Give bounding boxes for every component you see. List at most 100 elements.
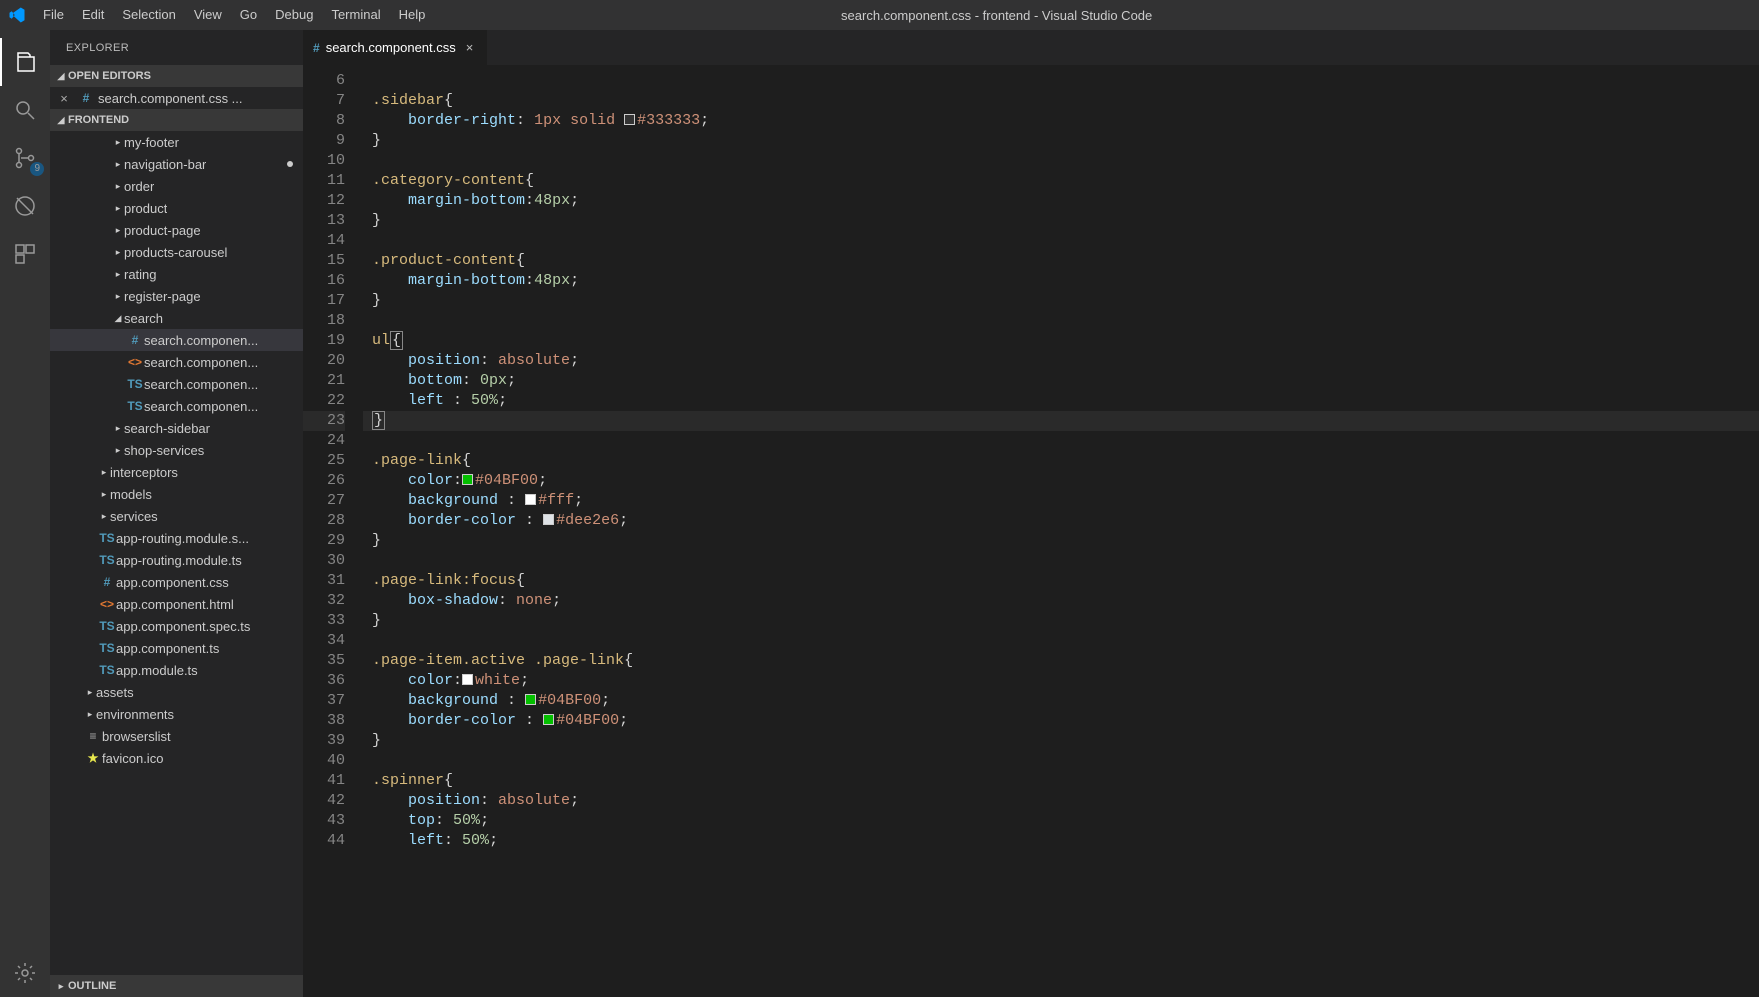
- tree-file[interactable]: TSsearch.componen...: [50, 395, 303, 417]
- tree-file[interactable]: TSapp.module.ts: [50, 659, 303, 681]
- tree-label: search.componen...: [144, 377, 258, 392]
- close-icon[interactable]: ×: [462, 40, 478, 55]
- css-file-icon: #: [313, 41, 320, 55]
- vscode-logo-icon: [0, 6, 34, 24]
- tree-file[interactable]: TSsearch.componen...: [50, 373, 303, 395]
- tree-file[interactable]: ≡browserslist: [50, 725, 303, 747]
- open-editor-item[interactable]: ×# search.component.css ...: [50, 87, 303, 109]
- tree-folder[interactable]: ◢search: [50, 307, 303, 329]
- file-icon: <>: [126, 355, 144, 369]
- tree-file[interactable]: <>search.componen...: [50, 351, 303, 373]
- tree-label: assets: [96, 685, 134, 700]
- tree-label: shop-services: [124, 443, 204, 458]
- extensions-icon[interactable]: [0, 230, 50, 278]
- tree-folder[interactable]: ▸shop-services: [50, 439, 303, 461]
- file-icon: ★: [84, 751, 102, 765]
- code-content[interactable]: .sidebar{ border-right: 1px solid #33333…: [363, 65, 1759, 997]
- tree-file[interactable]: #search.componen...: [50, 329, 303, 351]
- tree-folder[interactable]: ▸assets: [50, 681, 303, 703]
- chevron-right-icon: ▸: [112, 203, 124, 214]
- editor-body[interactable]: 6789101112131415161718192021222324252627…: [303, 65, 1759, 997]
- menu-edit[interactable]: Edit: [73, 0, 113, 30]
- tree-label: app.component.spec.ts: [116, 619, 250, 634]
- menu-go[interactable]: Go: [231, 0, 266, 30]
- tree-label: order: [124, 179, 154, 194]
- window-title: search.component.css - frontend - Visual…: [434, 8, 1759, 23]
- menu-debug[interactable]: Debug: [266, 0, 322, 30]
- chevron-right-icon: ▸: [98, 511, 110, 522]
- outline-header[interactable]: ▸ OUTLINE: [50, 975, 303, 997]
- tree-file[interactable]: <>app.component.html: [50, 593, 303, 615]
- chevron-down-icon: ◢: [112, 313, 124, 324]
- chevron-right-icon: ▸: [112, 159, 124, 170]
- chevron-right-icon: ▸: [112, 291, 124, 302]
- dirty-indicator: [287, 161, 293, 167]
- file-label: search.component.css ...: [98, 91, 243, 106]
- tree-label: register-page: [124, 289, 201, 304]
- chevron-down-icon: ◢: [54, 71, 68, 82]
- file-icon: TS: [98, 663, 116, 677]
- tree-label: product-page: [124, 223, 201, 238]
- tree-label: app.component.html: [116, 597, 234, 612]
- file-icon: TS: [98, 619, 116, 633]
- tree-folder[interactable]: ▸services: [50, 505, 303, 527]
- tree-label: product: [124, 201, 167, 216]
- chevron-right-icon: ▸: [112, 269, 124, 280]
- search-icon[interactable]: [0, 86, 50, 134]
- tree-folder[interactable]: ▸interceptors: [50, 461, 303, 483]
- tree-label: search-sidebar: [124, 421, 210, 436]
- tree-file[interactable]: #app.component.css: [50, 571, 303, 593]
- tree-folder[interactable]: ▸product-page: [50, 219, 303, 241]
- tree-folder[interactable]: ▸products-carousel: [50, 241, 303, 263]
- source-control-icon[interactable]: 9: [0, 134, 50, 182]
- menu-bar: FileEditSelectionViewGoDebugTerminalHelp: [34, 0, 434, 30]
- explorer-icon[interactable]: [0, 38, 50, 86]
- tree-label: my-footer: [124, 135, 179, 150]
- tree-file[interactable]: TSapp-routing.module.ts: [50, 549, 303, 571]
- project-header[interactable]: ◢ FRONTEND: [50, 109, 303, 131]
- menu-help[interactable]: Help: [390, 0, 435, 30]
- tree-file[interactable]: TSapp.component.spec.ts: [50, 615, 303, 637]
- menu-selection[interactable]: Selection: [113, 0, 184, 30]
- tree-label: search.componen...: [144, 399, 258, 414]
- close-icon[interactable]: ×: [50, 91, 78, 106]
- tab-label: search.component.css: [326, 40, 456, 55]
- tree-label: browserslist: [102, 729, 171, 744]
- project-label: FRONTEND: [68, 114, 129, 126]
- chevron-right-icon: ▸: [112, 225, 124, 236]
- line-number-gutter: 6789101112131415161718192021222324252627…: [303, 65, 363, 997]
- file-icon: TS: [98, 641, 116, 655]
- chevron-right-icon: ▸: [112, 181, 124, 192]
- sidebar-title: EXPLORER: [50, 30, 303, 65]
- tree-folder[interactable]: ▸register-page: [50, 285, 303, 307]
- open-editors-header[interactable]: ◢ OPEN EDITORS: [50, 65, 303, 87]
- tree-folder[interactable]: ▸product: [50, 197, 303, 219]
- debug-icon[interactable]: [0, 182, 50, 230]
- editor-tabs: # search.component.css ×: [303, 30, 1759, 65]
- tree-folder[interactable]: ▸models: [50, 483, 303, 505]
- chevron-right-icon: ▸: [112, 445, 124, 456]
- menu-terminal[interactable]: Terminal: [322, 0, 389, 30]
- activity-bar: 9: [0, 30, 50, 997]
- menu-file[interactable]: File: [34, 0, 73, 30]
- file-icon: TS: [126, 399, 144, 413]
- chevron-right-icon: ▸: [84, 687, 96, 698]
- tree-folder[interactable]: ▸environments: [50, 703, 303, 725]
- tree-folder[interactable]: ▸my-footer: [50, 131, 303, 153]
- tree-folder[interactable]: ▸order: [50, 175, 303, 197]
- tree-label: search.componen...: [144, 355, 258, 370]
- settings-gear-icon[interactable]: [0, 949, 50, 997]
- chevron-right-icon: ▸: [112, 423, 124, 434]
- tab-search-component-css[interactable]: # search.component.css ×: [303, 30, 488, 65]
- file-icon: #: [78, 91, 94, 105]
- tree-folder[interactable]: ▸navigation-bar: [50, 153, 303, 175]
- tree-file[interactable]: TSapp.component.ts: [50, 637, 303, 659]
- tree-label: services: [110, 509, 158, 524]
- menu-view[interactable]: View: [185, 0, 231, 30]
- tree-label: search.componen...: [144, 333, 258, 348]
- tree-label: models: [110, 487, 152, 502]
- tree-folder[interactable]: ▸rating: [50, 263, 303, 285]
- tree-file[interactable]: ★favicon.ico: [50, 747, 303, 769]
- tree-folder[interactable]: ▸search-sidebar: [50, 417, 303, 439]
- tree-file[interactable]: TSapp-routing.module.s...: [50, 527, 303, 549]
